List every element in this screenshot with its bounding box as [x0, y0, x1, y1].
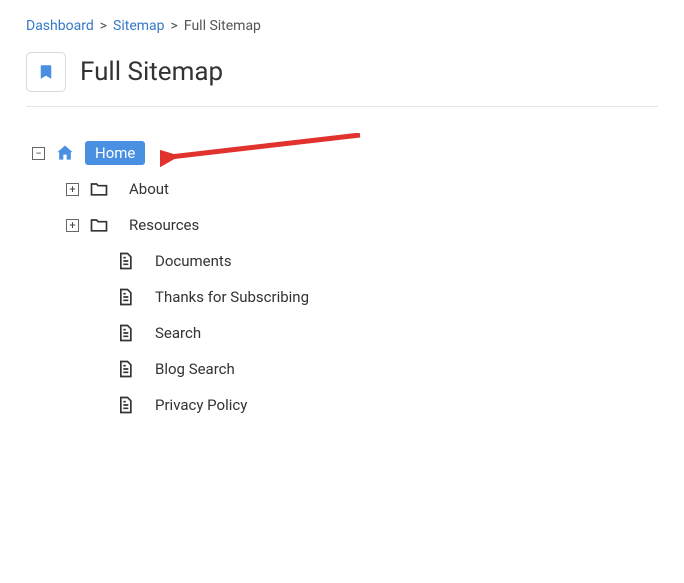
spacer: [92, 399, 105, 412]
spacer: [92, 327, 105, 340]
home-icon: [55, 143, 75, 163]
breadcrumb-link-sitemap[interactable]: Sitemap: [113, 18, 164, 34]
page-icon-box: [26, 52, 66, 92]
tree-node-home: − Home: [32, 135, 658, 171]
tree-label[interactable]: Documents: [145, 249, 242, 273]
page-header: Full Sitemap: [26, 52, 658, 107]
tree-node-search: Search: [92, 315, 658, 351]
tree-node-documents: Documents: [92, 243, 658, 279]
page-icon: [115, 251, 135, 271]
tree-label[interactable]: Thanks for Subscribing: [145, 285, 319, 309]
page-icon: [115, 395, 135, 415]
breadcrumb: Dashboard > Sitemap > Full Sitemap: [26, 18, 658, 34]
tree-node-about: + About: [66, 171, 658, 207]
bookmark-icon: [36, 62, 56, 82]
spacer: [92, 291, 105, 304]
sitemap-tree: − Home + About: [32, 135, 658, 423]
tree-label[interactable]: Privacy Policy: [145, 393, 257, 417]
expand-icon[interactable]: +: [66, 219, 79, 232]
breadcrumb-current: Full Sitemap: [184, 18, 261, 34]
tree-node-thanks: Thanks for Subscribing: [92, 279, 658, 315]
tree-node-resources: + Resources: [66, 207, 658, 243]
chevron-right-icon: >: [171, 18, 178, 34]
tree-label[interactable]: Resources: [119, 213, 209, 237]
page-title: Full Sitemap: [80, 57, 223, 87]
folder-icon: [89, 215, 109, 235]
tree-node-privacy: Privacy Policy: [92, 387, 658, 423]
expand-icon[interactable]: +: [66, 183, 79, 196]
spacer: [92, 255, 105, 268]
breadcrumb-link-dashboard[interactable]: Dashboard: [26, 18, 94, 34]
tree-node-blog-search: Blog Search: [92, 351, 658, 387]
tree-label-home[interactable]: Home: [85, 141, 145, 165]
page-icon: [115, 287, 135, 307]
collapse-icon[interactable]: −: [32, 147, 45, 160]
spacer: [92, 363, 105, 376]
folder-icon: [89, 179, 109, 199]
tree-label[interactable]: Blog Search: [145, 357, 245, 381]
chevron-right-icon: >: [100, 18, 107, 34]
tree-label[interactable]: Search: [145, 321, 211, 345]
page-icon: [115, 323, 135, 343]
tree-label[interactable]: About: [119, 177, 179, 201]
page-icon: [115, 359, 135, 379]
